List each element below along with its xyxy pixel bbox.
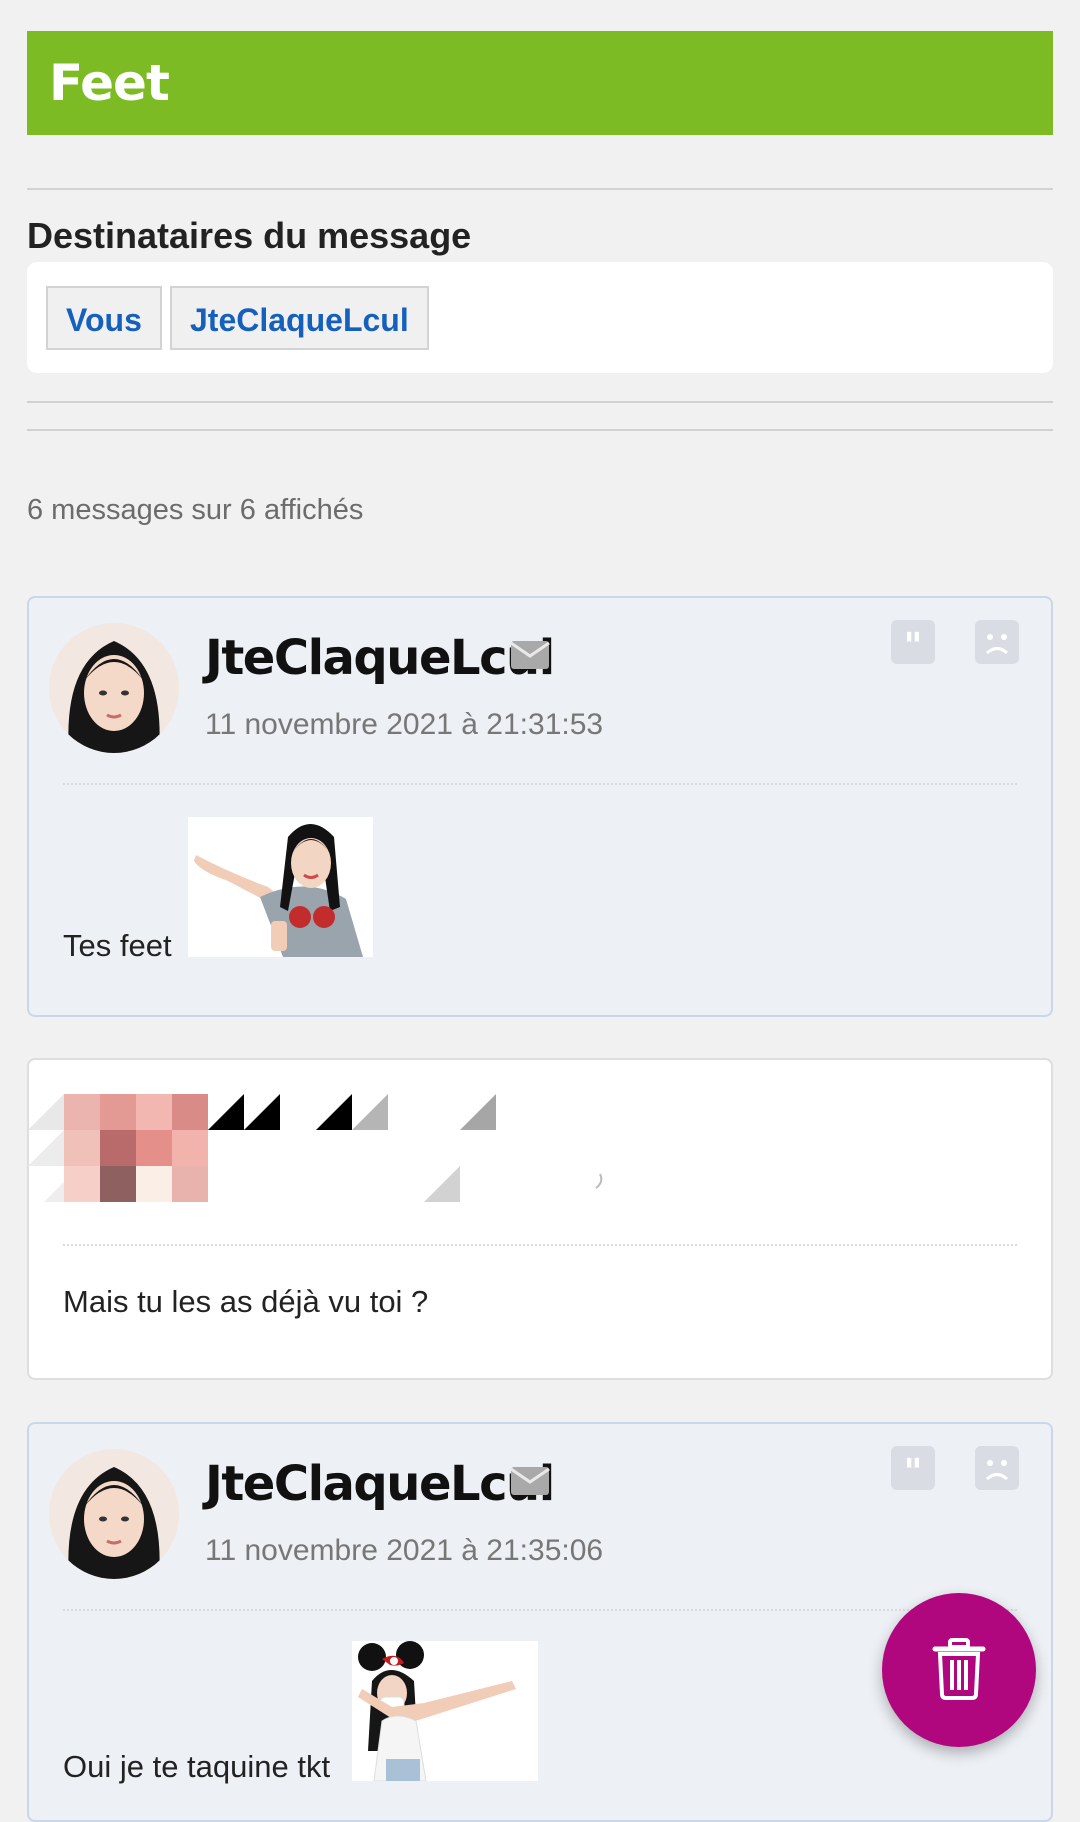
separator [63,1244,1017,1246]
report-button[interactable] [975,620,1019,664]
message-author[interactable]: JteClaqueLcul [205,1456,555,1512]
topic-title: Feet [27,31,1053,135]
avatar[interactable] [49,1449,179,1579]
svg-text:": " [904,1452,923,1490]
message-date: 11 novembre 2021 à 21:35:06 [205,1534,604,1567]
recipients-list: Vous JteClaqueLcul [27,262,1053,373]
pixelated-header [4,1060,624,1230]
recipient-chip-you[interactable]: Vous [46,286,162,350]
separator [63,1609,1017,1611]
message-text: Tes feet [63,928,172,963]
trash-icon [932,1638,986,1700]
quote-button[interactable]: " [891,1446,935,1493]
message-date: 11 novembre 2021 à 21:31:53 [205,708,604,741]
separator [63,783,1017,785]
message-text: Oui je te taquine tkt [63,1749,331,1784]
mail-icon[interactable] [510,640,550,670]
avatar[interactable] [49,623,179,753]
report-button[interactable] [975,1446,1019,1490]
mail-icon[interactable] [510,1466,550,1496]
divider [27,429,1053,431]
quote-button[interactable]: " [891,620,935,667]
message-card: Mais tu les as déjà vu toi ? [27,1058,1053,1380]
quote-icon: " [904,626,923,667]
svg-text:": " [904,626,923,664]
recipients-heading: Destinataires du message [27,215,472,256]
message-text: Mais tu les as déjà vu toi ? [63,1284,429,1319]
quote-icon: " [904,1452,923,1493]
delete-button[interactable] [882,1593,1036,1747]
recipient-chip-user[interactable]: JteClaqueLcul [170,286,429,350]
divider [27,188,1053,190]
sticker-image[interactable] [188,817,373,957]
divider [27,401,1053,403]
message-count: 6 messages sur 6 affichés [27,494,364,526]
sad-face-icon [985,1460,1009,1481]
message-author[interactable]: JteClaqueLcul [205,630,555,686]
sad-face-icon [985,634,1009,655]
sticker-image[interactable] [352,1641,538,1781]
message-card: JteClaqueLcul 11 novembre 2021 à 21:31:5… [27,596,1053,1017]
